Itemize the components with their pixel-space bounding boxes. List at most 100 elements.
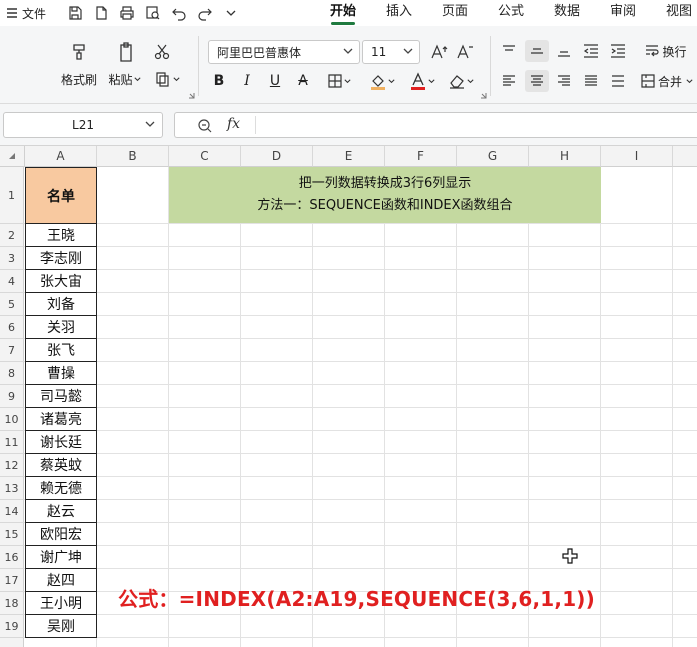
increase-indent-icon[interactable] <box>607 40 629 62</box>
row-header-4[interactable]: 4 <box>0 270 24 293</box>
bold-icon[interactable]: B <box>208 70 230 92</box>
print-preview-icon[interactable] <box>140 2 166 24</box>
dialog-launcher-icon[interactable] <box>480 92 487 99</box>
cell-a7[interactable]: 张飞 <box>25 339 97 362</box>
cell-a2[interactable]: 王晓 <box>25 224 97 247</box>
file-menu[interactable]: 文件 <box>0 5 62 22</box>
tab-data[interactable]: 数据 <box>539 0 595 26</box>
decrease-indent-icon[interactable] <box>580 40 602 62</box>
format-painter-icon[interactable] <box>64 40 94 64</box>
cell-a1-header[interactable]: 名单 <box>25 167 97 224</box>
dialog-launcher-icon[interactable] <box>188 92 195 99</box>
decrease-font-icon[interactable] <box>454 40 476 64</box>
align-bottom-icon[interactable] <box>553 40 575 62</box>
row-header-15[interactable]: 15 <box>0 523 24 546</box>
distributed-icon[interactable] <box>607 70 629 92</box>
cell-a16[interactable]: 谢广坤 <box>25 546 97 569</box>
column-header-f[interactable]: F <box>385 146 457 167</box>
cell-a17[interactable]: 赵四 <box>25 569 97 592</box>
paste-icon[interactable] <box>112 40 140 64</box>
copy-icon[interactable] <box>150 68 184 90</box>
row-header-5[interactable]: 5 <box>0 293 24 316</box>
row-header-11[interactable]: 11 <box>0 431 24 454</box>
column-header-i[interactable]: I <box>601 146 673 167</box>
cell-a14[interactable]: 赵云 <box>25 500 97 523</box>
increase-font-icon[interactable] <box>428 40 450 64</box>
row-header-2[interactable]: 2 <box>0 224 24 247</box>
underline-icon[interactable]: U <box>264 70 286 92</box>
font-size-select[interactable]: 11 <box>362 40 420 64</box>
align-top-icon[interactable] <box>498 40 520 62</box>
font-name-select[interactable]: 阿里巴巴普惠体 <box>208 40 360 64</box>
cell-a4[interactable]: 张大宙 <box>25 270 97 293</box>
merged-title-cell[interactable]: 把一列数据转换成3行6列显示 方法一：SEQUENCE函数和INDEX函数组合 <box>169 167 601 223</box>
cell-a9[interactable]: 司马懿 <box>25 385 97 408</box>
tab-formulas[interactable]: 公式 <box>483 0 539 26</box>
row-header-8[interactable]: 8 <box>0 362 24 385</box>
align-right-icon[interactable] <box>553 70 575 92</box>
tab-page[interactable]: 页面 <box>427 0 483 26</box>
borders-icon[interactable] <box>322 70 356 92</box>
cell-a5[interactable]: 刘备 <box>25 293 97 316</box>
justify-icon[interactable] <box>580 70 602 92</box>
column-header-g[interactable]: G <box>457 146 529 167</box>
tab-insert[interactable]: 插入 <box>371 0 427 26</box>
row-header-19[interactable]: 19 <box>0 615 24 638</box>
save-icon[interactable] <box>62 2 88 24</box>
paste-button[interactable]: 粘贴 <box>106 70 144 88</box>
column-header-b[interactable]: B <box>97 146 169 167</box>
tab-view[interactable]: 视图 <box>651 0 697 26</box>
row-header-18[interactable]: 18 <box>0 592 24 615</box>
column-header-d[interactable]: D <box>241 146 313 167</box>
print-icon[interactable] <box>114 2 140 24</box>
row-header-12[interactable]: 12 <box>0 454 24 477</box>
row-header-16[interactable]: 16 <box>0 546 24 569</box>
cell-a6[interactable]: 关羽 <box>25 316 97 339</box>
cell-a18[interactable]: 王小明 <box>25 592 97 615</box>
undo-icon[interactable] <box>166 2 192 24</box>
column-header-e[interactable]: E <box>313 146 385 167</box>
cut-icon[interactable] <box>150 40 174 64</box>
column-header-a[interactable]: A <box>25 146 97 167</box>
cell-a3[interactable]: 李志刚 <box>25 247 97 270</box>
merge-button[interactable]: 合并 <box>638 70 697 92</box>
row-header-6[interactable]: 6 <box>0 316 24 339</box>
row-header-1[interactable]: 1 <box>0 167 24 224</box>
column-header-h[interactable]: H <box>529 146 601 167</box>
formula-input-area[interactable]: fx <box>174 112 697 138</box>
row-header-9[interactable]: 9 <box>0 385 24 408</box>
row-header-3[interactable]: 3 <box>0 247 24 270</box>
column-header-c[interactable]: C <box>169 146 241 167</box>
tab-review[interactable]: 审阅 <box>595 0 651 26</box>
align-left-icon[interactable] <box>498 70 520 92</box>
strikethrough-icon[interactable]: A <box>292 70 314 92</box>
wrap-text-button[interactable]: 换行 <box>638 40 694 62</box>
zoom-formula-icon[interactable] <box>197 118 213 134</box>
align-middle-icon[interactable] <box>525 40 549 62</box>
row-header-7[interactable]: 7 <box>0 339 24 362</box>
row-header-10[interactable]: 10 <box>0 408 24 431</box>
clear-format-icon[interactable] <box>444 70 478 92</box>
tab-home[interactable]: 开始 <box>315 0 371 26</box>
cell-a12[interactable]: 蔡英蚊 <box>25 454 97 477</box>
name-box[interactable]: L21 <box>3 112 163 138</box>
row-header-14[interactable]: 14 <box>0 500 24 523</box>
fx-icon[interactable]: fx <box>227 116 240 132</box>
row-header-17[interactable]: 17 <box>0 569 24 592</box>
italic-icon[interactable]: I <box>236 70 258 92</box>
cell-a10[interactable]: 诸葛亮 <box>25 408 97 431</box>
row-header-20[interactable] <box>0 638 24 647</box>
row-header-13[interactable]: 13 <box>0 477 24 500</box>
cell-a8[interactable]: 曹操 <box>25 362 97 385</box>
align-center-icon[interactable] <box>525 70 549 92</box>
cell-a13[interactable]: 赖无德 <box>25 477 97 500</box>
format-painter-button[interactable]: 格式刷 <box>56 70 102 88</box>
redo-icon[interactable] <box>192 2 218 24</box>
select-all-corner[interactable] <box>0 146 25 167</box>
chevron-down-icon[interactable] <box>218 2 244 24</box>
cell-a15[interactable]: 欧阳宏 <box>25 523 97 546</box>
column-header-j[interactable] <box>673 146 697 167</box>
cell-a11[interactable]: 谢长廷 <box>25 431 97 454</box>
font-color-icon[interactable] <box>404 70 440 92</box>
export-pdf-icon[interactable] <box>88 2 114 24</box>
